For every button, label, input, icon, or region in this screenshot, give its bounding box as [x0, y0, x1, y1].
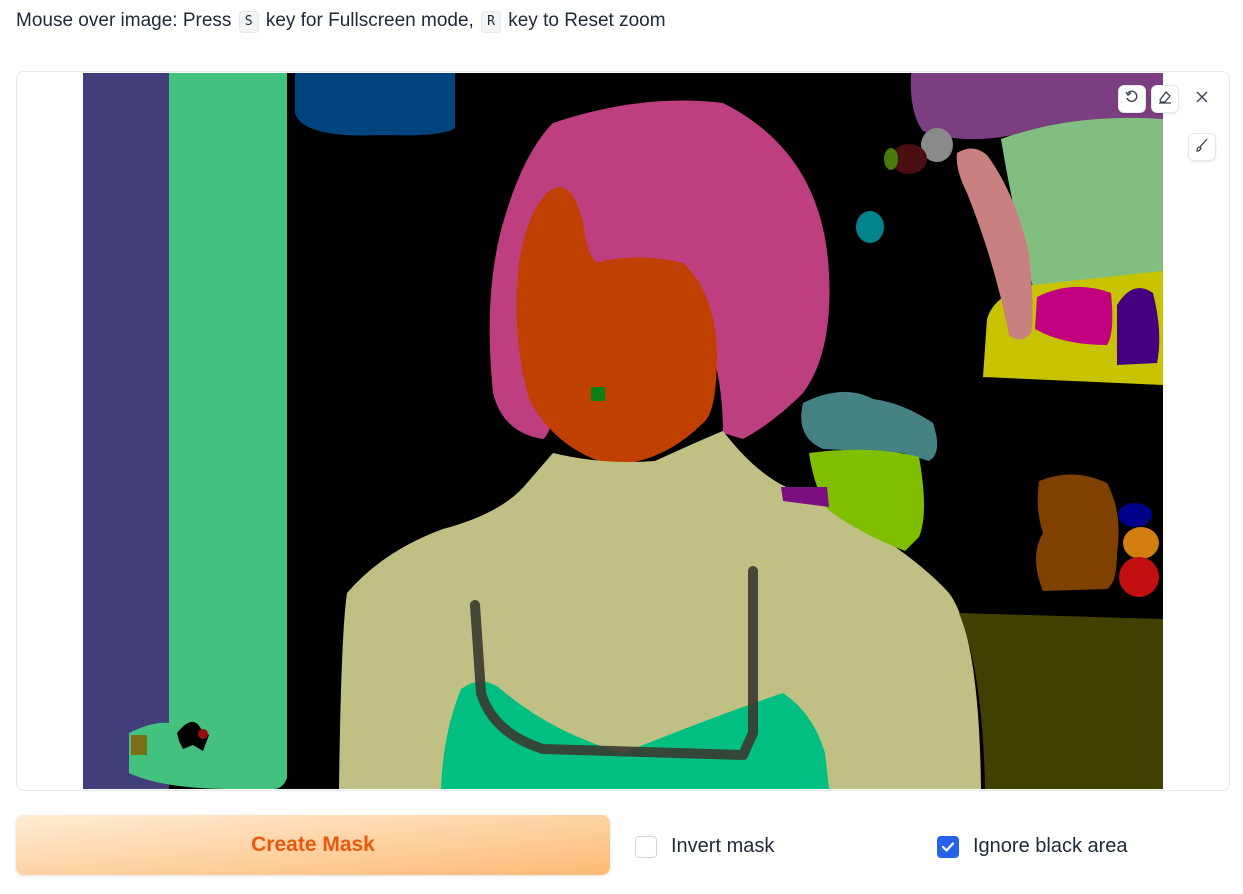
invert-mask-checkbox[interactable]: Invert mask	[635, 835, 774, 858]
ignore-black-area-box[interactable]	[937, 835, 959, 858]
invert-mask-label: Invert mask	[671, 835, 775, 857]
undo-button[interactable]	[1118, 85, 1146, 113]
undo-icon	[1124, 89, 1140, 110]
checkmark-icon	[941, 841, 955, 852]
brush-button[interactable]	[1188, 133, 1216, 161]
hint-middle: key for Fullscreen mode,	[265, 10, 474, 31]
eraser-button[interactable]	[1151, 85, 1179, 113]
hint-suffix: key to Reset zoom	[508, 10, 666, 31]
create-mask-label: Create Mask	[251, 833, 375, 856]
r-key-badge: R	[481, 11, 501, 33]
brush-icon	[1194, 137, 1210, 158]
s-key-badge: S	[238, 11, 259, 33]
close-icon	[1194, 89, 1210, 110]
create-mask-button[interactable]: Create Mask	[16, 815, 610, 875]
segmentation-map-image	[83, 73, 1163, 789]
invert-mask-box[interactable]	[635, 835, 657, 858]
segmentation-canvas[interactable]	[83, 73, 1163, 789]
ignore-black-area-checkbox[interactable]: Ignore black area	[937, 835, 1128, 858]
hint-prefix: Mouse over image: Press	[16, 10, 232, 31]
instructions-text: Mouse over image: Press S key for Fullsc…	[16, 8, 666, 34]
ignore-black-area-label: Ignore black area	[973, 835, 1128, 857]
eraser-icon	[1157, 89, 1173, 110]
close-button[interactable]	[1188, 85, 1216, 113]
image-editor	[16, 71, 1230, 791]
